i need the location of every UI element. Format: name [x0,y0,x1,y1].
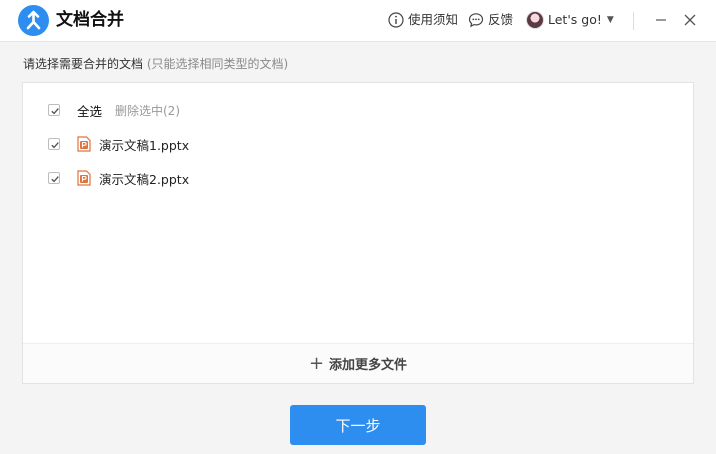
avatar [526,11,544,29]
minimize-button[interactable] [651,10,671,30]
close-icon [684,14,696,26]
delete-selected-button[interactable]: 删除选中(2) [115,102,180,119]
checkmark-icon [51,142,59,149]
merge-arrow-icon [18,5,49,36]
select-all-label[interactable]: 全选 [77,101,102,120]
chat-bubble-icon [468,13,484,28]
next-step-button[interactable]: 下一步 [290,405,426,445]
close-button[interactable] [680,10,700,30]
add-more-files-label: 添加更多文件 [329,358,408,373]
checkmark-icon [51,176,59,183]
file-list-panel: 全选 删除选中(2) 演示文稿1.pptx 演示文稿2.pptx + 添加更多文… [22,82,694,384]
minimize-icon [656,19,666,21]
instruction-hint: (只能选择相同类型的文档) [146,57,289,71]
caret-down-icon: ▼ [606,15,614,25]
title-bar: 文档合并 使用须知 反馈 Let's go! ▼ [0,0,716,42]
info-icon [388,12,404,28]
user-menu[interactable]: Let's go! ▼ [526,11,614,29]
feedback-label: 反馈 [488,12,514,27]
help-button[interactable]: 使用须知 [388,11,458,29]
app-title: 文档合并 [56,10,124,30]
add-more-files-button[interactable]: + 添加更多文件 [23,343,693,383]
pptx-file-icon [77,136,91,152]
file-checkbox[interactable] [48,138,60,150]
plus-icon: + [308,352,325,374]
instruction-text: 请选择需要合并的文档 (只能选择相同类型的文档) [23,55,288,73]
instruction-main: 请选择需要合并的文档 [23,57,144,71]
file-name: 演示文稿1.pptx [99,137,190,153]
select-all-checkbox[interactable] [48,104,60,116]
help-label: 使用须知 [408,12,459,27]
feedback-button[interactable]: 反馈 [468,11,513,29]
header-divider [633,12,634,30]
checkmark-icon [51,108,59,115]
file-checkbox[interactable] [48,172,60,184]
file-name: 演示文稿2.pptx [99,171,190,187]
pptx-file-icon [77,170,91,186]
user-name: Let's go! [548,12,602,27]
